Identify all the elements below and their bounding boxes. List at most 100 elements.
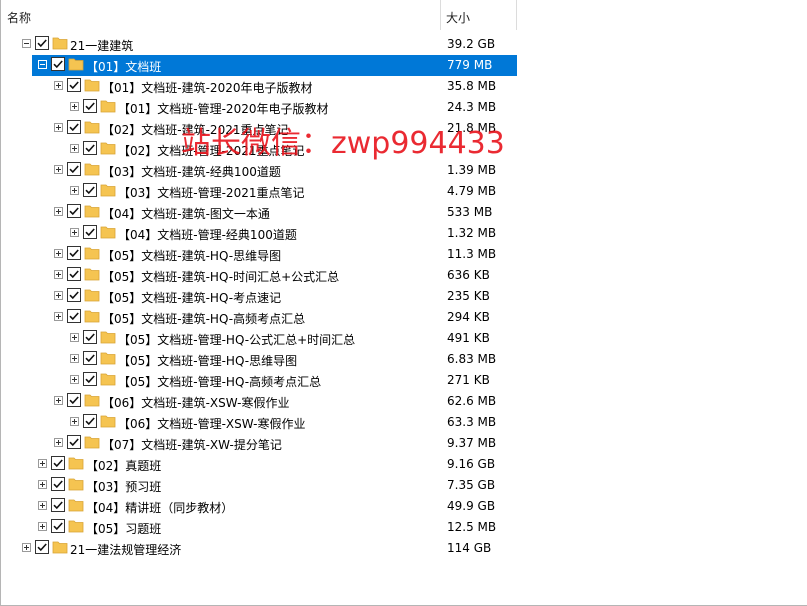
tree-row[interactable]: 【07】文档班-建筑-XW-提分笔记 9.37 MB — [1, 433, 807, 454]
tree-row[interactable]: 【05】文档班-建筑-HQ-思维导图 11.3 MB — [1, 244, 807, 265]
checkbox[interactable] — [51, 477, 65, 491]
tree-row[interactable]: 【05】文档班-管理-HQ-公式汇总+时间汇总 491 KB — [1, 328, 807, 349]
tree-row[interactable]: 【03】文档班-建筑-经典100道题 1.39 MB — [1, 160, 807, 181]
checkbox[interactable] — [83, 351, 97, 365]
checkbox[interactable] — [51, 57, 65, 71]
tree-row[interactable]: 21一建法规管理经济 114 GB — [1, 538, 807, 559]
expand-toggle-icon[interactable] — [38, 480, 47, 489]
expand-toggle-icon[interactable] — [70, 333, 79, 342]
column-header-name[interactable]: 名称 — [1, 0, 441, 30]
tree-row[interactable]: 【04】文档班-建筑-图文一本通 533 MB — [1, 202, 807, 223]
checkbox[interactable] — [67, 393, 81, 407]
checkbox[interactable] — [83, 99, 97, 113]
collapse-toggle-icon[interactable] — [38, 60, 47, 69]
expand-toggle-icon[interactable] — [38, 501, 47, 510]
checkbox[interactable] — [67, 78, 81, 92]
expand-toggle-icon[interactable] — [38, 459, 47, 468]
tree-row[interactable]: 【01】文档班 779 MB — [1, 55, 807, 76]
expand-toggle-icon[interactable] — [54, 165, 63, 174]
checkbox[interactable] — [51, 456, 65, 470]
expand-toggle-icon[interactable] — [54, 81, 63, 90]
item-name: 【03】文档班-建筑-经典100道题 — [102, 165, 281, 179]
expand-toggle-icon[interactable] — [54, 123, 63, 132]
item-name: 【05】文档班-管理-HQ-高频考点汇总 — [118, 375, 322, 389]
folder-icon — [68, 56, 84, 72]
expand-toggle-icon[interactable] — [38, 522, 47, 531]
checkbox[interactable] — [67, 246, 81, 260]
expand-toggle-icon[interactable] — [54, 438, 63, 447]
expand-toggle-icon[interactable] — [54, 207, 63, 216]
checkbox[interactable] — [51, 498, 65, 512]
tree-row[interactable]: 【06】文档班-建筑-XSW-寒假作业 62.6 MB — [1, 391, 807, 412]
item-name: 【02】文档班-建筑-2021重点笔记 — [102, 123, 289, 137]
folder-icon — [100, 140, 116, 156]
folder-icon — [84, 392, 100, 408]
item-size: 63.3 MB — [447, 415, 497, 429]
expand-toggle-icon[interactable] — [70, 144, 79, 153]
folder-icon — [84, 434, 100, 450]
checkbox[interactable] — [35, 540, 49, 554]
item-size: 49.9 GB — [447, 499, 496, 513]
checkbox[interactable] — [35, 36, 49, 50]
tree-row[interactable]: 【01】文档班-管理-2020年电子版教材 24.3 MB — [1, 97, 807, 118]
item-size: 1.39 MB — [447, 163, 497, 177]
expand-toggle-icon[interactable] — [70, 417, 79, 426]
item-size: 35.8 MB — [447, 79, 497, 93]
tree-row[interactable]: 【03】预习班 7.35 GB — [1, 475, 807, 496]
tree-row[interactable]: 【01】文档班-建筑-2020年电子版教材 35.8 MB — [1, 76, 807, 97]
checkbox[interactable] — [67, 288, 81, 302]
folder-icon — [52, 539, 68, 555]
collapse-toggle-icon[interactable] — [22, 39, 31, 48]
tree-row[interactable]: 【06】文档班-管理-XSW-寒假作业 63.3 MB — [1, 412, 807, 433]
column-header-name-label: 名称 — [7, 11, 32, 25]
tree-row[interactable]: 21一建建筑 39.2 GB — [1, 34, 807, 55]
tree-row[interactable]: 【02】文档班-建筑-2021重点笔记 21.8 MB — [1, 118, 807, 139]
expand-toggle-icon[interactable] — [54, 312, 63, 321]
checkbox[interactable] — [67, 162, 81, 176]
column-header-size[interactable]: 大小 — [441, 0, 517, 30]
tree-row[interactable]: 【04】精讲班（同步教材） 49.9 GB — [1, 496, 807, 517]
expand-toggle-icon[interactable] — [70, 354, 79, 363]
expand-toggle-icon[interactable] — [54, 396, 63, 405]
tree-row[interactable]: 【05】文档班-建筑-HQ-考点速记 235 KB — [1, 286, 807, 307]
checkbox[interactable] — [83, 225, 97, 239]
expand-toggle-icon[interactable] — [70, 375, 79, 384]
item-size: 235 KB — [447, 289, 490, 303]
checkbox[interactable] — [67, 435, 81, 449]
tree-row[interactable]: 【05】文档班-管理-HQ-思维导图 6.83 MB — [1, 349, 807, 370]
tree-row[interactable]: 【05】文档班-建筑-HQ-时间汇总+公式汇总 636 KB — [1, 265, 807, 286]
checkbox[interactable] — [51, 519, 65, 533]
folder-icon — [68, 476, 84, 492]
checkbox[interactable] — [83, 414, 97, 428]
checkbox[interactable] — [67, 204, 81, 218]
expand-toggle-icon[interactable] — [54, 249, 63, 258]
tree-row[interactable]: 【02】文档班-管理-2021重点笔记 — [1, 139, 807, 160]
folder-icon — [100, 350, 116, 366]
folder-icon — [100, 98, 116, 114]
folder-icon — [68, 455, 84, 471]
tree-row[interactable]: 【03】文档班-管理-2021重点笔记 4.79 MB — [1, 181, 807, 202]
tree-row[interactable]: 【04】文档班-管理-经典100道题 1.32 MB — [1, 223, 807, 244]
checkbox[interactable] — [83, 330, 97, 344]
checkbox[interactable] — [83, 141, 97, 155]
tree-row[interactable]: 【05】习题班 12.5 MB — [1, 517, 807, 538]
tree-row[interactable]: 【05】文档班-建筑-HQ-高频考点汇总 294 KB — [1, 307, 807, 328]
checkbox[interactable] — [67, 267, 81, 281]
item-size: 12.5 MB — [447, 520, 497, 534]
expand-toggle-icon[interactable] — [70, 102, 79, 111]
tree-row[interactable]: 【02】真题班 9.16 GB — [1, 454, 807, 475]
item-size: 294 KB — [447, 310, 490, 324]
item-name: 【05】文档班-管理-HQ-公式汇总+时间汇总 — [118, 333, 356, 347]
folder-icon — [68, 518, 84, 534]
expand-toggle-icon[interactable] — [70, 228, 79, 237]
checkbox[interactable] — [67, 120, 81, 134]
expand-toggle-icon[interactable] — [54, 291, 63, 300]
expand-toggle-icon[interactable] — [70, 186, 79, 195]
checkbox[interactable] — [83, 372, 97, 386]
expand-toggle-icon[interactable] — [54, 270, 63, 279]
tree-row[interactable]: 【05】文档班-管理-HQ-高频考点汇总 271 KB — [1, 370, 807, 391]
expand-toggle-icon[interactable] — [22, 543, 31, 552]
checkbox[interactable] — [67, 309, 81, 323]
folder-icon — [100, 182, 116, 198]
checkbox[interactable] — [83, 183, 97, 197]
